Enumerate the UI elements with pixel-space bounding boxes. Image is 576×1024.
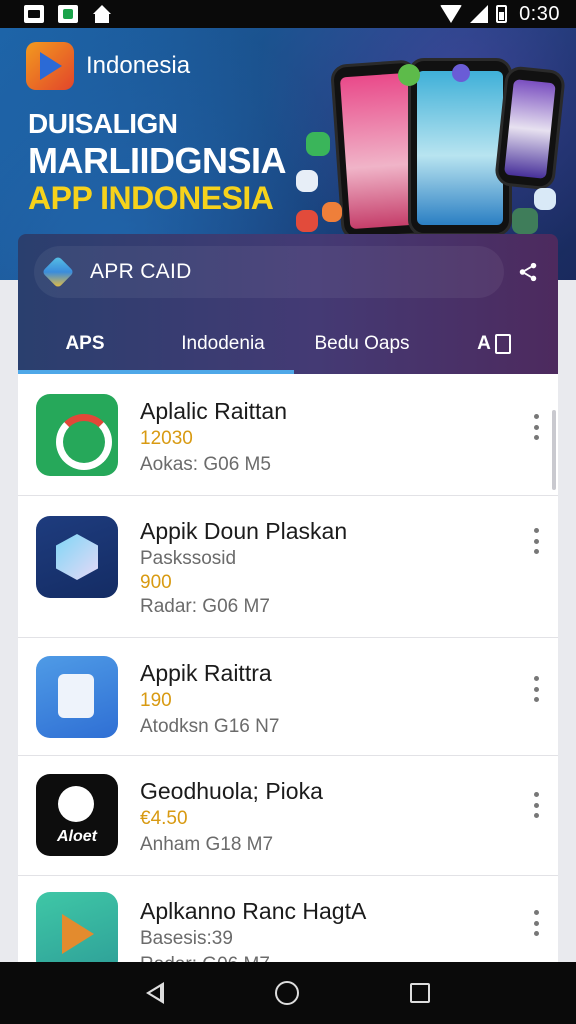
more-options-icon[interactable] [532,910,540,936]
recent-apps-icon[interactable] [410,983,431,1003]
app-name: Aplkanno Ranc HagtA [140,898,367,924]
status-time: 0:30 [519,2,560,25]
navigation-bar [0,962,576,1024]
photo-notification-icon [24,5,44,23]
tab-label: A [477,333,491,354]
app-name: Aplalic Raittan [140,398,288,424]
app-rating: €4.50 [140,808,188,829]
share-icon [519,262,537,282]
tab-aps[interactable]: APS [18,318,152,370]
more-options-icon[interactable] [532,676,540,702]
app-name: Geodhuola; Pioka [140,778,323,804]
tab-indodenia[interactable]: Indodenia [152,318,294,370]
app-icon [36,394,118,476]
brand-name: Indonesia [86,52,191,79]
floating-app-icon [306,132,330,156]
tab-label: Bedu Oaps [314,333,410,354]
brand: Indonesia [26,42,190,90]
app-notification-icon [58,5,78,23]
system-icons: 0:30 [440,3,560,26]
phone-mockup-center [408,58,512,236]
brand-logo-icon [26,42,74,90]
floating-app-icon [296,170,318,192]
app-publisher: Paskssosid [140,548,237,569]
more-options-icon[interactable] [532,528,540,554]
app-name: Appik Doun Plaskan [140,518,348,544]
app-list: Aplalic Raittan 12030 Aokas: G06 M5 Appi… [18,374,558,964]
floating-app-icon [452,64,470,82]
wifi-icon [440,5,463,23]
banner-line-2: MARLIIDGNSIA [28,140,287,181]
tab-label: APS [65,333,105,354]
more-options-icon[interactable] [532,414,540,440]
app-rating: 190 [140,690,172,711]
list-item[interactable]: Aloet Geodhuola; Pioka €4.50 Anham G18 M… [18,756,558,876]
document-icon [494,334,511,354]
scrollbar[interactable] [552,410,556,490]
screen: 0:30 Indonesia DUISALIGN MARLIIDGNSIA AP… [0,0,576,1024]
notification-icons [24,5,112,23]
tab-label: Indodenia [181,333,265,354]
app-rating: 900 [140,572,172,593]
app-meta: Anham G18 M7 [140,834,274,855]
share-button[interactable] [512,256,544,288]
signal-icon [470,5,489,23]
app-publisher: Basesis:39 [140,928,233,949]
banner-line-3: APP INDONESIA [28,180,274,216]
home-notification-icon [92,5,112,23]
back-icon[interactable] [145,982,164,1004]
home-icon[interactable] [274,981,299,1005]
app-icon-label: Aloet [57,828,97,845]
list-item[interactable]: Aplkanno Ranc HagtA Basesis:39 Radar: G0… [18,876,558,964]
more-options-icon[interactable] [532,792,540,818]
app-name: Appik Raittra [140,660,272,686]
app-icon [36,656,118,738]
floating-app-icon [296,210,318,232]
app-meta: Atodksn G16 N7 [140,716,280,737]
search-text: APR CAID [90,260,192,283]
battery-icon [496,5,508,23]
app-rating: 12030 [140,428,193,449]
tab-bedu-oaps[interactable]: Bedu Oaps [294,318,430,370]
list-item[interactable]: Appik Raittra 190 Atodksn G16 N7 [18,638,558,756]
floating-app-icon [398,64,420,86]
phone-mockup-right [493,65,567,191]
list-item[interactable]: Aplalic Raittan 12030 Aokas: G06 M5 [18,374,558,496]
tab-bar: APS Indodenia Bedu Oaps A [18,318,558,374]
list-item[interactable]: Appik Doun Plaskan Paskssosid 900 Radar:… [18,496,558,638]
banner-line-1: DUISALIGN [28,108,178,139]
app-icon [36,892,118,964]
app-logo-icon [40,254,76,290]
status-bar: 0:30 [0,0,576,28]
floating-app-icon [322,202,342,222]
floating-app-icon [534,188,556,210]
search-bar[interactable]: APR CAID [34,246,504,298]
app-icon [36,516,118,598]
app-icon: Aloet [36,774,118,856]
floating-app-icon [512,208,538,234]
tab-a[interactable]: A [430,318,558,370]
search-tabs-card: APR CAID APS Indodenia Bedu Oaps A [18,234,558,374]
app-meta: Aokas: G06 M5 [140,454,271,475]
app-meta: Radar: G06 M7 [140,596,270,617]
